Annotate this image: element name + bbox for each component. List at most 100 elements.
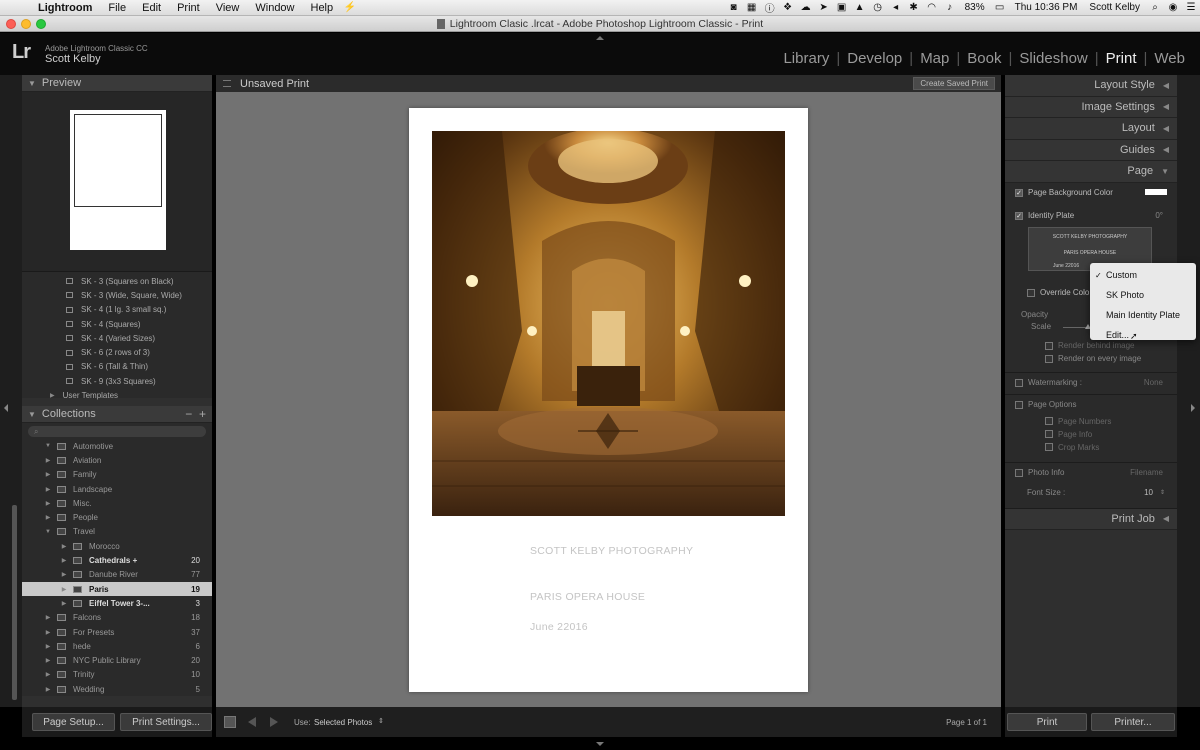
notification-center-icon[interactable]: ☰ [1182, 2, 1200, 13]
siri-icon[interactable]: ◉ [1164, 2, 1182, 13]
disclosure-triangle-icon[interactable]: ▼ [44, 443, 52, 449]
collection-item[interactable]: ▶ Wedding 5 [22, 682, 212, 696]
plate-rotation[interactable]: 0° [1155, 211, 1163, 220]
page-setup-button[interactable]: Page Setup... [32, 713, 115, 731]
identity-plate-line-3[interactable]: June 22016 [530, 621, 588, 633]
info-icon[interactable]: ⓘ [761, 0, 779, 15]
disclosure-triangle-icon[interactable]: ▶ [60, 571, 68, 578]
menu-item-custom[interactable]: ✓ Custom [1090, 265, 1196, 285]
collection-item[interactable]: ▶ Falcons 18 [22, 611, 212, 625]
disclosure-triangle-icon[interactable]: ▶ [44, 471, 52, 478]
add-collection-icon[interactable]: + [199, 407, 206, 421]
override-color-checkbox[interactable] [1027, 288, 1035, 297]
disclosure-triangle-icon[interactable]: ▶ [60, 586, 68, 593]
print-settings-button[interactable]: Print Settings... [120, 713, 212, 731]
location-icon[interactable]: ➤ [815, 2, 833, 13]
collection-item[interactable]: ▶ Trinity 10 [22, 668, 212, 682]
template-item[interactable]: SK - 6 (Tall & Thin) [22, 360, 212, 374]
image-settings-header[interactable]: Image Settings ◀ [1005, 96, 1177, 118]
camera-icon[interactable]: ◙ [725, 2, 743, 13]
photo-info-select[interactable]: Filename [1130, 468, 1163, 477]
collection-item[interactable]: ▼ Automotive [22, 439, 212, 453]
module-print[interactable]: Print [1099, 50, 1144, 67]
identity-plate-line-2[interactable]: PARIS OPERA HOUSE [530, 591, 645, 603]
crop-marks-row[interactable]: Crop Marks [1005, 441, 1177, 454]
battery-percent[interactable]: 83% [959, 2, 991, 13]
page-bg-color-swatch[interactable] [1145, 188, 1167, 195]
collection-item[interactable]: ▶ NYC Public Library 20 [22, 653, 212, 667]
grid-icon[interactable]: ▦ [743, 2, 761, 13]
lightning-icon[interactable]: ⚡ [341, 2, 359, 13]
collections-header[interactable]: ▼ Collections − + [22, 406, 212, 423]
render-behind-checkbox[interactable] [1045, 341, 1053, 350]
disclosure-triangle-icon[interactable]: ▶ [44, 686, 52, 693]
module-develop[interactable]: Develop [840, 50, 909, 67]
dropbox-icon[interactable]: ❖ [779, 2, 797, 13]
remove-collection-icon[interactable]: − [185, 407, 192, 421]
menu-print[interactable]: Print [169, 2, 208, 14]
module-map[interactable]: Map [913, 50, 956, 67]
page-numbers-checkbox[interactable] [1045, 417, 1053, 425]
identity-plate-line-1[interactable]: SCOTT KELBY PHOTOGRAPHY [530, 545, 693, 557]
wifi-icon[interactable]: ◠ [923, 2, 941, 13]
watermark-select[interactable]: None [1144, 378, 1163, 387]
module-web[interactable]: Web [1147, 50, 1192, 67]
create-saved-print-button[interactable]: Create Saved Print [913, 77, 995, 90]
collection-item[interactable]: ▶ hede 6 [22, 639, 212, 653]
collection-item[interactable]: ▶ Morocco [22, 539, 212, 553]
airplay-icon[interactable]: ▲ [851, 2, 869, 13]
bluetooth-icon[interactable]: ✱ [905, 2, 923, 13]
collection-item[interactable]: ▶ Eiffel Tower 3-... 3 [22, 596, 212, 610]
collapse-left-panel-icon[interactable] [4, 404, 8, 412]
use-selector[interactable]: Selected Photos [314, 718, 372, 727]
template-item[interactable]: SK - 4 (Squares) [22, 317, 212, 331]
disclosure-triangle-icon[interactable]: ▶ [60, 557, 68, 564]
time-machine-icon[interactable]: ◷ [869, 2, 887, 13]
preview-header[interactable]: ▼ Preview [22, 75, 212, 92]
disclosure-triangle-icon[interactable]: ▶ [60, 543, 68, 550]
collection-item[interactable]: ▶ People [22, 510, 212, 524]
disclosure-triangle-icon[interactable]: ▶ [44, 486, 52, 493]
collection-item[interactable]: ▶ For Presets 37 [22, 625, 212, 639]
minimize-window-button[interactable] [21, 19, 31, 29]
guides-header[interactable]: Guides ◀ [1005, 139, 1177, 161]
menu-edit[interactable]: Edit [134, 2, 169, 14]
menu-item-main-identity-plate[interactable]: Main Identity Plate [1090, 305, 1196, 325]
layout-style-header[interactable]: Layout Style ◀ [1005, 75, 1177, 97]
photo-cell[interactable] [432, 131, 785, 516]
right-panel-edge[interactable] [1177, 75, 1200, 707]
speaker-icon[interactable]: ♪ [941, 2, 959, 13]
page-bg-color-checkbox[interactable]: ✓ [1015, 188, 1023, 197]
page-info-checkbox[interactable] [1045, 430, 1053, 438]
collection-item[interactable]: ▶ Paris 19 [22, 581, 212, 597]
page-header[interactable]: Page ▼ [1005, 161, 1177, 183]
next-page-icon[interactable] [270, 717, 278, 727]
menu-view[interactable]: View [208, 2, 248, 14]
template-item[interactable]: SK - 3 (Squares on Black) [22, 274, 212, 288]
layout-header[interactable]: Layout ◀ [1005, 118, 1177, 140]
disclosure-triangle-icon[interactable]: ▶ [60, 600, 68, 607]
page-options-checkbox[interactable] [1015, 400, 1023, 409]
collapse-top-panel-icon[interactable] [596, 36, 604, 40]
close-window-button[interactable] [6, 19, 16, 29]
page-info-row[interactable]: Page Info [1005, 428, 1177, 441]
render-every-checkbox[interactable] [1045, 354, 1053, 363]
disclosure-triangle-icon[interactable]: ▶ [44, 500, 52, 507]
zoom-window-button[interactable] [36, 19, 46, 29]
collapse-filmstrip-icon[interactable] [596, 742, 604, 746]
clock[interactable]: Thu 10:36 PM [1009, 2, 1084, 13]
chevron-updown-icon[interactable]: ⇕ [1160, 489, 1165, 496]
print-button[interactable]: Print [1007, 713, 1087, 731]
previous-page-icon[interactable] [248, 717, 256, 727]
disclosure-triangle-icon[interactable]: ▶ [44, 457, 52, 464]
menu-help[interactable]: Help [303, 2, 342, 14]
menu-window[interactable]: Window [247, 2, 302, 14]
identity-plate-checkbox[interactable]: ✓ [1015, 211, 1023, 220]
menu-file[interactable]: File [100, 2, 134, 14]
disclosure-triangle-icon[interactable]: ▶ [44, 643, 52, 650]
left-panel-scrollbar[interactable] [12, 505, 17, 700]
page-view-icon[interactable] [224, 716, 236, 728]
printer-button[interactable]: Printer... [1091, 713, 1175, 731]
collection-item[interactable]: ▶ Landscape [22, 482, 212, 496]
user-templates-folder[interactable]: ▶ User Templates [22, 388, 212, 402]
